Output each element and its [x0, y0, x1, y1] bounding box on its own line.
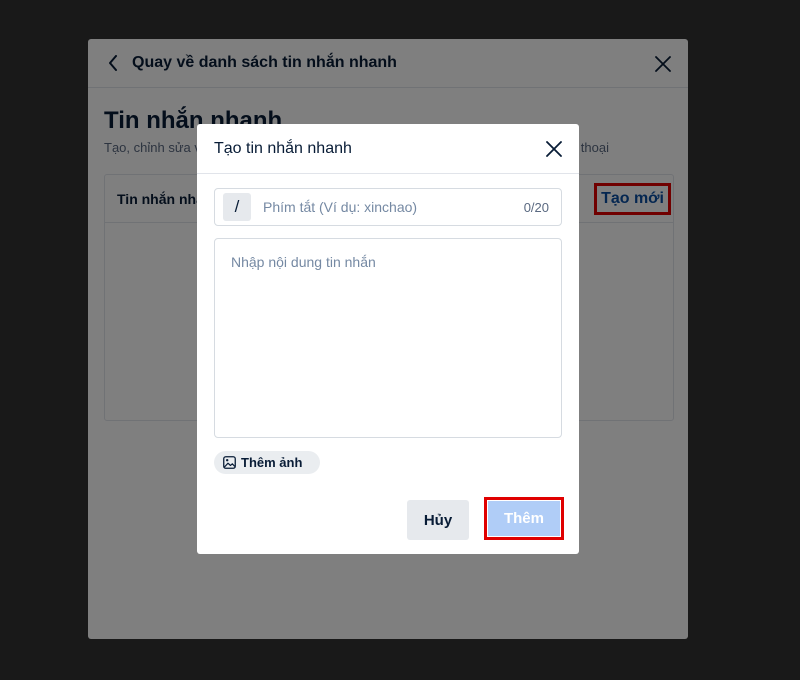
add-image-label: Thêm ảnh [241, 455, 303, 470]
create-quick-message-dialog: Tạo tin nhắn nhanh / 0/20 Thêm ảnh Hủy T… [197, 124, 579, 554]
add-button-highlight: Thêm [484, 497, 564, 540]
dialog-title: Tạo tin nhắn nhanh [214, 139, 352, 157]
slash-prefix: / [223, 193, 251, 221]
shortcut-field[interactable]: / 0/20 [214, 188, 562, 226]
message-content-input[interactable] [214, 238, 562, 438]
shortcut-input[interactable] [263, 199, 524, 215]
image-icon [223, 456, 236, 469]
add-image-button[interactable]: Thêm ảnh [214, 451, 320, 474]
dialog-header: Tạo tin nhắn nhanh [197, 124, 579, 174]
add-button[interactable]: Thêm [488, 501, 560, 536]
close-icon[interactable] [543, 138, 565, 160]
shortcut-char-count: 0/20 [523, 199, 549, 215]
cancel-button[interactable]: Hủy [407, 500, 469, 540]
